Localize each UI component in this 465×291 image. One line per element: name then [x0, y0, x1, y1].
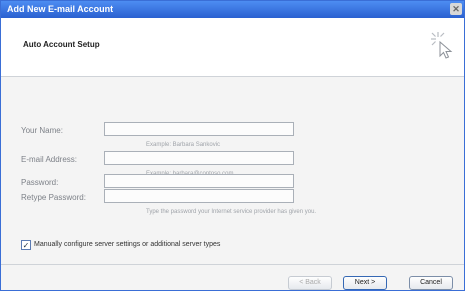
- footer-divider: [1, 264, 464, 265]
- your-name-input[interactable]: [104, 122, 294, 136]
- next-button[interactable]: Next >: [343, 276, 387, 290]
- manual-config-checkbox[interactable]: ✓: [21, 240, 31, 250]
- checkmark-icon: ✓: [22, 241, 30, 250]
- window-title: Add New E-mail Account: [7, 4, 114, 14]
- close-button[interactable]: ✕: [450, 3, 462, 15]
- password-input[interactable]: [104, 174, 294, 188]
- cancel-button[interactable]: Cancel: [409, 276, 453, 290]
- retype-password-input[interactable]: [104, 189, 294, 203]
- your-name-label: Your Name:: [21, 126, 63, 135]
- title-bar: Add New E-mail Account ✕: [1, 1, 464, 18]
- password-hint: Type the password your Internet service …: [146, 209, 317, 215]
- add-email-account-window: Add New E-mail Account ✕ Auto Account Se…: [0, 0, 465, 291]
- close-icon: ✕: [452, 4, 460, 14]
- section-title: Auto Account Setup: [23, 40, 100, 49]
- your-name-hint: Example: Barbara Sankovic: [146, 142, 221, 148]
- manual-config-label[interactable]: Manually configure server settings or ad…: [34, 241, 220, 248]
- email-address-input[interactable]: [104, 151, 294, 165]
- retype-password-label: Retype Password:: [21, 193, 86, 202]
- wizard-header: Auto Account Setup: [1, 18, 464, 77]
- wizard-sparkle-cursor-icon: [431, 32, 453, 59]
- back-button[interactable]: < Back: [288, 276, 332, 290]
- email-address-label: E-mail Address:: [21, 155, 78, 164]
- password-label: Password:: [21, 178, 59, 187]
